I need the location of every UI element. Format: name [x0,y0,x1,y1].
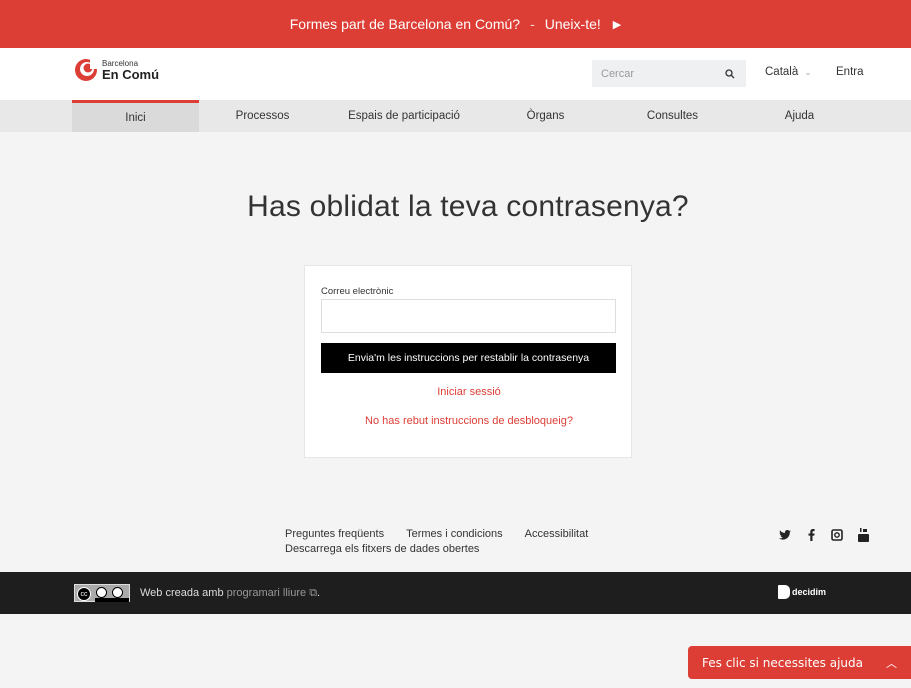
site-header: Barcelona En Comú Català ⌄ Entra [0,48,911,100]
open-data-link[interactable]: Descarrega els fitxers de dades obertes [285,543,479,555]
search-box [592,60,746,87]
made-with-period: . [317,587,321,599]
nav-item-help[interactable]: Ajuda [736,100,863,132]
email-field[interactable] [322,300,615,332]
announcement-separator: - [530,16,535,32]
chevron-down-icon: ⌄ [804,66,812,77]
announcement-text: Formes part de Barcelona en Comú? [289,16,521,32]
facebook-icon[interactable] [804,528,818,542]
email-field-wrapper [321,299,616,333]
faq-link[interactable]: Preguntes freqüents [285,528,384,540]
logo-line-2: En Comú [102,66,160,82]
social-links [778,528,870,542]
twitter-icon[interactable] [778,528,792,542]
decidim-label: decidim [792,587,827,597]
footer-links: Preguntes freqüents Termes i condicions … [285,528,610,555]
join-link[interactable]: Uneix-te! [545,16,601,32]
cc-icon: cc [77,587,91,601]
site-logo[interactable]: Barcelona En Comú [74,58,159,82]
decidim-logo[interactable]: decidim [778,585,826,599]
nav-item-processes[interactable]: Processos [199,100,326,132]
instagram-icon[interactable] [830,528,844,542]
made-with-label: Web creada amb [140,587,224,599]
unlock-instructions-link[interactable]: No has rebut instruccions de desbloqueig… [305,415,633,427]
password-reset-card: Correu electrònic Envia'm les instruccio… [304,265,632,458]
play-icon: ▶ [612,18,622,31]
nav-item-consultations[interactable]: Consultes [609,100,736,132]
creative-commons-badge[interactable]: cc [74,584,130,602]
send-instructions-button[interactable]: Envia'm les instruccions per restablir l… [321,343,616,373]
accessibility-link[interactable]: Accessibilitat [525,528,589,540]
terms-link[interactable]: Termes i condicions [406,528,503,540]
free-software-link[interactable]: programari lliure [227,587,306,599]
search-input[interactable] [593,67,721,80]
nav-item-home[interactable]: Inici [72,100,199,132]
by-icon [96,587,107,598]
external-link-icon: ⧉ [309,587,318,599]
made-with-text: Web creada amb programari lliure ⧉. [140,587,320,600]
sa-icon [112,587,123,598]
search-icon[interactable] [721,65,739,83]
cc-caption-bar [95,598,129,602]
youtube-icon[interactable] [856,528,870,542]
language-selector[interactable]: Català ⌄ [765,66,812,78]
nav-item-organs[interactable]: Òrgans [482,100,609,132]
bottom-bar: cc Web creada amb programari lliure ⧉. d… [0,572,911,614]
nav-item-participation-spaces[interactable]: Espais de participació [326,100,482,132]
announcement-bar[interactable]: Formes part de Barcelona en Comú? - Unei… [0,0,911,48]
signin-link[interactable]: Entra [836,66,864,78]
main-nav: Inici Processos Espais de participació Ò… [0,100,911,132]
chevron-up-icon: ︿ [886,657,897,670]
page-title: Has oblidat la teva contrasenya? [247,190,689,223]
logo-icon [75,59,98,81]
language-label: Català [765,66,799,78]
decidim-icon [778,585,790,599]
help-widget[interactable]: Fes clic si necessites ajuda ︿ [688,646,911,679]
help-widget-label: Fes clic si necessites ajuda [702,655,863,670]
email-label: Correu electrònic [321,286,394,297]
login-link[interactable]: Iniciar sessió [305,386,633,398]
